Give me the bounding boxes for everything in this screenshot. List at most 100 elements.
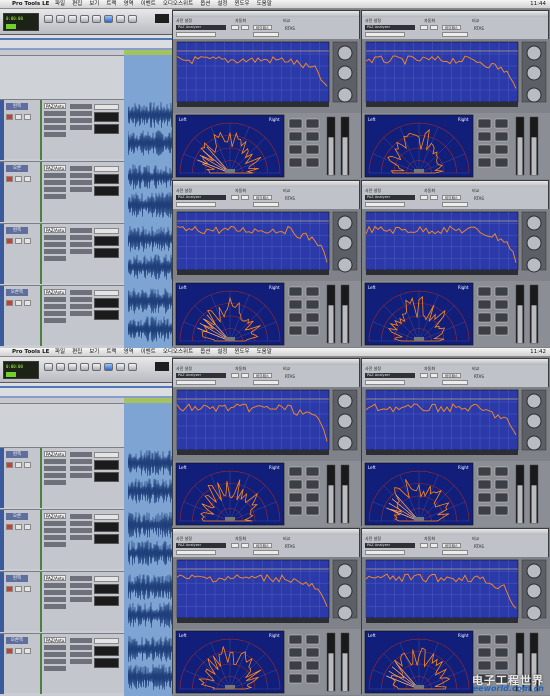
- send-slot-empty[interactable]: [70, 311, 92, 316]
- select-tool-button[interactable]: [68, 15, 77, 23]
- preset-plus-button[interactable]: [430, 373, 438, 378]
- menu-options[interactable]: 옵션: [200, 349, 210, 355]
- compare-button[interactable]: [176, 550, 216, 555]
- solo-button[interactable]: [15, 524, 22, 530]
- record-button[interactable]: [6, 586, 13, 592]
- record-button[interactable]: [6, 524, 13, 530]
- menu-help[interactable]: 도움말: [257, 349, 272, 355]
- preset-select[interactable]: PAZ Analyzer: [176, 195, 226, 200]
- send-slot-empty[interactable]: [70, 583, 92, 588]
- compare-button[interactable]: [365, 550, 405, 555]
- send-slot-empty[interactable]: [70, 187, 92, 192]
- solo-button[interactable]: [15, 648, 22, 654]
- io-button[interactable]: [94, 452, 119, 458]
- insert-slot-empty[interactable]: [44, 666, 66, 671]
- menu-options[interactable]: 옵션: [200, 1, 210, 7]
- send-slot-empty[interactable]: [70, 118, 92, 123]
- settings-button[interactable]: [253, 32, 279, 37]
- insert-slot-empty[interactable]: [44, 173, 66, 178]
- send-slot-empty[interactable]: [70, 180, 92, 185]
- preset-plus-button[interactable]: [430, 543, 438, 548]
- settings-button[interactable]: [253, 550, 279, 555]
- insert-slot-empty[interactable]: [44, 645, 66, 650]
- insert-slot-empty[interactable]: [44, 249, 66, 254]
- track-name[interactable]: 왼쪽: [6, 575, 28, 582]
- send-slot-empty[interactable]: [70, 173, 92, 178]
- preset-minus-button[interactable]: [420, 25, 428, 30]
- track-name[interactable]: 오른쪽: [6, 637, 28, 644]
- insert-slot-empty[interactable]: [44, 597, 66, 602]
- app-menu[interactable]: Pro Tools LE: [12, 0, 49, 9]
- send-slot-empty[interactable]: [70, 249, 92, 254]
- smart-tool-button[interactable]: [104, 363, 113, 371]
- zoom-button[interactable]: [44, 15, 53, 23]
- preset-minus-button[interactable]: [420, 195, 428, 200]
- insert-slot-empty[interactable]: [44, 304, 66, 309]
- mute-button[interactable]: [24, 176, 31, 182]
- send-slot-empty[interactable]: [70, 452, 92, 457]
- scrub-tool-button[interactable]: [92, 15, 101, 23]
- solo-button[interactable]: [15, 238, 22, 244]
- menu-track[interactable]: 트랙: [106, 1, 116, 7]
- solo-button[interactable]: [15, 586, 22, 592]
- menu-help[interactable]: 도움말: [257, 1, 272, 7]
- menu-region[interactable]: 영역: [124, 349, 134, 355]
- menu-view[interactable]: 보기: [89, 1, 99, 7]
- send-slot-empty[interactable]: [70, 111, 92, 116]
- mute-button[interactable]: [24, 648, 31, 654]
- send-slot-empty[interactable]: [70, 466, 92, 471]
- insert-slot-empty[interactable]: [44, 318, 66, 323]
- bypass-button[interactable]: 바이패스: [253, 195, 272, 200]
- compare-button[interactable]: [176, 32, 216, 37]
- preset-select[interactable]: PAZ Analyzer: [365, 25, 415, 30]
- insert-slot-empty[interactable]: [44, 583, 66, 588]
- menu-file[interactable]: 파일: [55, 1, 65, 7]
- preset-plus-button[interactable]: [430, 195, 438, 200]
- menu-edit[interactable]: 편집: [72, 349, 82, 355]
- settings-button[interactable]: [442, 550, 468, 555]
- insert-slot-empty[interactable]: [44, 466, 66, 471]
- menu-window[interactable]: 윈도우: [234, 349, 249, 355]
- settings-button[interactable]: [442, 202, 468, 207]
- compare-button[interactable]: [365, 32, 405, 37]
- pencil-tool-button[interactable]: [116, 15, 125, 23]
- insert-slot[interactable]: PAZ/Antu: [44, 513, 66, 519]
- track-name[interactable]: 오른: [6, 165, 28, 172]
- insert-slot-empty[interactable]: [44, 473, 66, 478]
- record-button[interactable]: [6, 238, 13, 244]
- scrub-tool-button[interactable]: [92, 363, 101, 371]
- send-slot-empty[interactable]: [70, 235, 92, 240]
- io-button[interactable]: [94, 514, 119, 520]
- menu-audiosuite[interactable]: 오디오스위트: [163, 349, 193, 355]
- mute-button[interactable]: [24, 238, 31, 244]
- insert-slot-empty[interactable]: [44, 111, 66, 116]
- mute-button[interactable]: [24, 462, 31, 468]
- record-button[interactable]: [6, 462, 13, 468]
- preset-plus-button[interactable]: [241, 195, 249, 200]
- app-menu[interactable]: Pro Tools LE: [12, 348, 49, 357]
- io-button[interactable]: [94, 228, 119, 234]
- insert-slot[interactable]: PAZ/Antu: [44, 227, 66, 233]
- send-slot-empty[interactable]: [70, 528, 92, 533]
- menu-track[interactable]: 트랙: [106, 349, 116, 355]
- send-slot-empty[interactable]: [70, 645, 92, 650]
- preset-select[interactable]: PAZ Analyzer: [365, 195, 415, 200]
- record-button[interactable]: [6, 176, 13, 182]
- record-button[interactable]: [6, 300, 13, 306]
- insert-slot-empty[interactable]: [44, 180, 66, 185]
- preset-select[interactable]: PAZ Analyzer: [365, 373, 415, 378]
- solo-button[interactable]: [15, 462, 22, 468]
- send-slot-empty[interactable]: [70, 652, 92, 657]
- track-name[interactable]: 왼쪽: [6, 451, 28, 458]
- preset-minus-button[interactable]: [231, 25, 239, 30]
- io-button[interactable]: [94, 576, 119, 582]
- mute-button[interactable]: [24, 586, 31, 592]
- insert-slot-empty[interactable]: [44, 542, 66, 547]
- menu-event[interactable]: 이벤트: [141, 349, 156, 355]
- insert-slot-empty[interactable]: [44, 528, 66, 533]
- insert-slot-empty[interactable]: [44, 132, 66, 137]
- bypass-button[interactable]: 바이패스: [442, 543, 461, 548]
- preset-select[interactable]: PAZ Analyzer: [176, 543, 226, 548]
- menu-view[interactable]: 보기: [89, 349, 99, 355]
- compare-button[interactable]: [365, 380, 405, 385]
